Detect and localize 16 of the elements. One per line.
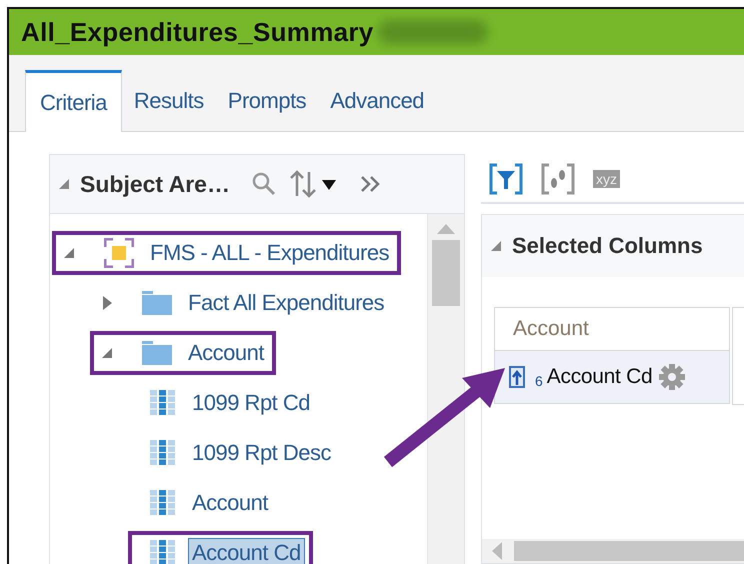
tree-item[interactable]: Fact All Expenditures <box>90 281 396 325</box>
tree-item[interactable]: Account <box>90 331 276 375</box>
tree-item[interactable]: FMS - ALL - Expenditures <box>52 231 402 275</box>
tree-item[interactable]: 1099 Rpt Cd <box>128 381 322 425</box>
tab[interactable]: Results <box>122 70 216 132</box>
tree-item[interactable]: Account <box>128 481 280 525</box>
tree-item[interactable]: 1099 Rpt Desc <box>128 431 344 475</box>
tab[interactable]: Advanced <box>318 70 436 132</box>
panel-title: Subject Are… <box>80 170 230 198</box>
tab[interactable]: Criteria <box>25 70 122 132</box>
tab[interactable]: Prompts <box>216 70 318 132</box>
tree-item[interactable]: Account Cd <box>128 531 313 564</box>
panel-title: Selected Columns <box>512 233 703 259</box>
column-name: Account Cd <box>546 365 652 389</box>
sort-order-number: 6 <box>535 373 543 389</box>
window-title: All_Expenditures_Summary <box>21 16 374 48</box>
